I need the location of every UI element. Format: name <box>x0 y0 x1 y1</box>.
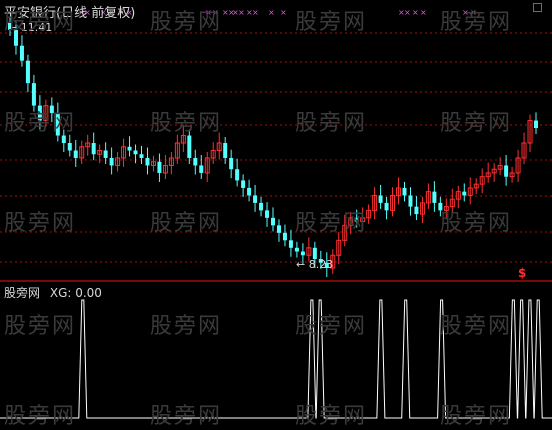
candle-body <box>259 202 264 211</box>
candle-body <box>504 165 509 177</box>
candle-body <box>247 187 252 196</box>
candle-body <box>73 150 78 158</box>
signal-cross-marker: × <box>238 8 245 17</box>
candle-body <box>103 150 108 158</box>
candle-body <box>49 105 54 114</box>
candle-body <box>271 217 275 226</box>
indicator-name: 股旁网 <box>4 286 41 300</box>
candle-body <box>19 45 24 61</box>
candle-body <box>157 161 162 173</box>
main-chart-title: 平安银行(日线 前复权) <box>4 6 136 21</box>
candle-body <box>235 169 240 181</box>
candle-body <box>462 191 467 196</box>
candle-body <box>223 143 228 158</box>
candle-body <box>408 195 413 207</box>
candle-body <box>67 143 72 151</box>
low-price-label: ← 8.23 <box>296 258 334 271</box>
candle-body <box>109 157 114 166</box>
candle-body <box>25 60 30 84</box>
indicator-value: XG: 0.00 <box>49 286 102 300</box>
candle-body <box>199 165 204 173</box>
candle-body <box>61 135 66 144</box>
signal-cross-marker: × <box>205 8 212 17</box>
candle-body <box>193 157 198 166</box>
signal-cross-marker: × <box>280 8 287 17</box>
candle-body <box>384 202 389 211</box>
candle-body <box>378 195 383 203</box>
signal-cross-marker: × <box>420 8 427 17</box>
candle-body <box>91 143 96 155</box>
candle-body <box>187 135 192 158</box>
chart-canvas[interactable]: × × × × × × × × × ×× × × × × × × × × × × × <box>0 0 552 425</box>
signal-cross-marker: × <box>212 8 219 17</box>
indicator-title: 股旁网 XG: 0.00 <box>4 284 102 301</box>
candle-body <box>288 240 293 248</box>
signal-cross-marker: × <box>462 8 469 17</box>
candle-body <box>354 217 359 222</box>
candle-body <box>294 247 299 252</box>
signal-cross-marker: × <box>404 8 411 17</box>
candle-body <box>139 154 144 158</box>
stock-chart-window: × × × × × × × × × × × × × × × × × × × × × × 平安银行(日线 前复权) ← 11… <box>0 0 552 429</box>
signal-cross-marker: × <box>412 8 419 17</box>
candle-body <box>55 113 60 136</box>
candle-body <box>534 120 538 129</box>
candle-body <box>282 232 287 241</box>
window-restore-icon[interactable] <box>533 3 542 12</box>
high-price-label: ← 11.41 <box>8 21 53 34</box>
xg-signal-line <box>0 299 552 419</box>
buy-signal-marker: $ <box>518 266 527 280</box>
candle-body <box>432 191 437 203</box>
candle-body <box>414 206 419 215</box>
candle-body <box>229 157 234 170</box>
signal-cross-marker: × <box>470 8 477 17</box>
signal-cross-marker: × <box>268 8 275 17</box>
candle-body <box>402 187 407 196</box>
candle-body <box>31 83 36 106</box>
candle-body <box>265 210 270 218</box>
candle-body <box>37 105 42 121</box>
candle-body <box>241 180 246 188</box>
candle-body <box>438 202 443 211</box>
candle-body <box>133 150 138 155</box>
candle-body <box>276 225 281 233</box>
signal-cross-marker: × <box>252 8 259 17</box>
candle-body <box>127 146 132 151</box>
candle-body <box>300 251 305 256</box>
candle-body <box>145 157 150 166</box>
candle-body <box>253 195 258 203</box>
